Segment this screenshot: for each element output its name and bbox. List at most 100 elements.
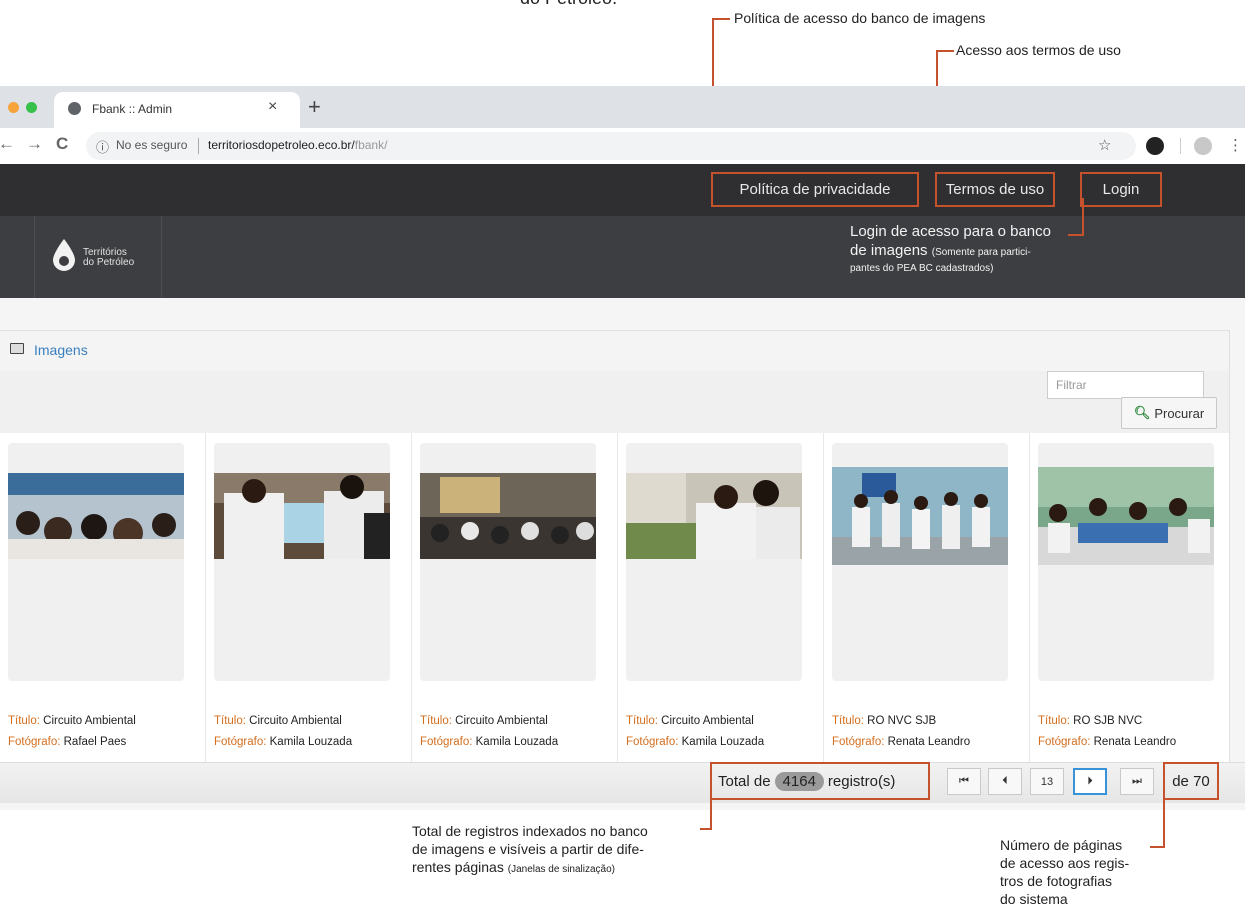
image-card[interactable]: Título: Circuito Ambiental Fotógrafo: Ka… [618, 433, 824, 765]
annotation-page-count: Número de páginas de acesso aos regis- t… [1000, 836, 1160, 908]
title-value: Circuito Ambiental [43, 715, 136, 727]
panel-header: Imagens [0, 331, 1229, 372]
title-label: Título: [626, 715, 658, 727]
pages-note-line4: do sistema [1000, 891, 1068, 907]
terms-of-use-link[interactable]: Termos de uso [935, 172, 1055, 207]
browser-tab[interactable]: Fbank :: Admin × [54, 92, 300, 128]
privacy-policy-link[interactable]: Política de privacidade [711, 172, 919, 207]
browser-toolbar: ← → C ⓘ No es seguro territoriosdopetrol… [0, 128, 1245, 165]
title-label: Título: [832, 715, 864, 727]
card-meta: Título: RO SJB NVC Fotógrafo: Renata Lea… [1038, 711, 1176, 753]
pages-note-line3: tros de fotografias [1000, 873, 1113, 889]
last-page-button[interactable]: ⏭ [1120, 768, 1154, 795]
address-bar[interactable]: ⓘ No es seguro territoriosdopetroleo.eco… [86, 132, 1136, 160]
total-note-small: (Janelas de sinalização) [507, 864, 616, 875]
title-label: Título: [1038, 715, 1070, 727]
login-note-line1: Login de acesso para o banco [850, 223, 1051, 240]
next-page-button[interactable]: ⏵ [1073, 768, 1107, 795]
forward-icon[interactable]: → [26, 134, 43, 154]
title-label: Título: [214, 715, 246, 727]
total-prefix: Total de [718, 772, 771, 790]
callout-line [1163, 800, 1165, 848]
annotation-login: Login de acesso para o banco de imagens … [850, 222, 1080, 275]
photographer-value: Rafael Paes [63, 736, 127, 748]
close-icon[interactable]: × [268, 98, 277, 116]
title-value: RO SJB NVC [1073, 715, 1143, 727]
image-icon [10, 343, 24, 354]
image-thumbnail[interactable] [8, 443, 184, 681]
url-host: territoriosdopetroleo.eco.br/ [208, 138, 355, 152]
back-icon[interactable]: ← [0, 134, 15, 154]
menu-icon[interactable]: ⋮ [1228, 136, 1243, 154]
pages-note-line2: de acesso aos regis- [1000, 855, 1130, 871]
image-card[interactable]: Título: RO SJB NVC Fotógrafo: Renata Lea… [1030, 433, 1236, 765]
total-records: Total de 4164 registro(s) [710, 762, 930, 800]
image-thumbnail[interactable] [1038, 443, 1214, 681]
photo-outdoor-reading [626, 473, 802, 559]
star-icon[interactable]: ☆ [1098, 136, 1111, 154]
filter-input[interactable]: Filtrar [1047, 371, 1204, 399]
address-separator [198, 138, 199, 154]
image-thumbnail[interactable] [832, 443, 1008, 681]
total-note-line2: de imagens e visíveis a partir de dife- [412, 841, 644, 857]
brand-logo-area[interactable]: Territórios do Petróleo [34, 216, 162, 298]
title-value: Circuito Ambiental [249, 715, 342, 727]
first-page-button[interactable]: ⏮ [947, 768, 981, 795]
image-card[interactable]: Título: Circuito Ambiental Fotógrafo: Ra… [0, 433, 206, 765]
current-page-input[interactable]: 13 [1030, 768, 1064, 795]
image-thumbnail[interactable] [214, 443, 390, 681]
photographer-label: Fotógrafo: [832, 736, 885, 748]
title-value: Circuito Ambiental [455, 715, 548, 727]
new-tab-icon[interactable]: + [308, 94, 321, 120]
prev-page-button[interactable]: ⏴ [988, 768, 1022, 795]
photo-auditorium [420, 473, 596, 559]
extension-icon[interactable] [1146, 137, 1164, 155]
card-meta: Título: RO NVC SJB Fotógrafo: Renata Lea… [832, 711, 970, 753]
search-icon: 🔍︎ [1133, 405, 1151, 420]
image-thumbnail[interactable] [626, 443, 802, 681]
image-card[interactable]: Título: RO NVC SJB Fotógrafo: Renata Lea… [824, 433, 1030, 765]
cut-off-heading: do Petróleo. [520, 0, 617, 9]
annotation-privacy-policy: Política de acesso do banco de imagens [734, 10, 986, 26]
info-icon[interactable]: ⓘ [96, 137, 109, 156]
total-suffix: registro(s) [827, 772, 896, 790]
photographer-value: Kamila Louzada [269, 736, 353, 748]
title-value: Circuito Ambiental [661, 715, 754, 727]
reload-icon[interactable]: C [56, 134, 68, 154]
photographer-label: Fotógrafo: [8, 736, 61, 748]
url-text[interactable]: territoriosdopetroleo.eco.br/fbank/ [208, 138, 387, 152]
tab-title: Fbank :: Admin [92, 102, 173, 116]
brand-line2: do Petróleo [83, 257, 135, 268]
total-note-line1: Total de registros indexados no banco [412, 823, 648, 839]
filter-row: Filtrar 🔍︎ Procurar [0, 371, 1229, 433]
title-value: RO NVC SJB [867, 715, 937, 727]
window-maximize-dot[interactable] [26, 102, 37, 113]
pages-note-line1: Número de páginas [1000, 837, 1123, 853]
card-meta: Título: Circuito Ambiental Fotógrafo: Ka… [214, 711, 352, 753]
browser-tab-bar: Fbank :: Admin × + [0, 86, 1245, 128]
images-panel: Imagens Filtrar 🔍︎ Procurar Título: Circ… [0, 330, 1230, 765]
photo-crowd-exhibit [8, 473, 184, 559]
image-card[interactable]: Título: Circuito Ambiental Fotógrafo: Ka… [412, 433, 618, 765]
card-meta: Título: Circuito Ambiental Fotógrafo: Ra… [8, 711, 136, 753]
photographer-value: Renata Leandro [887, 736, 971, 748]
brand-name: Territórios do Petróleo [83, 248, 153, 268]
image-thumbnail[interactable] [420, 443, 596, 681]
image-card[interactable]: Título: Circuito Ambiental Fotógrafo: Ka… [206, 433, 412, 765]
panel-title[interactable]: Imagens [34, 342, 88, 358]
card-meta: Título: Circuito Ambiental Fotógrafo: Ka… [626, 711, 764, 753]
search-button-label: Procurar [1154, 405, 1205, 421]
profile-avatar[interactable] [1194, 137, 1212, 155]
toolbar-separator [1180, 138, 1181, 154]
card-meta: Título: Circuito Ambiental Fotógrafo: Ka… [420, 711, 558, 753]
window-minimize-dot[interactable] [8, 102, 19, 113]
photographer-label: Fotógrafo: [1038, 736, 1091, 748]
search-button[interactable]: 🔍︎ Procurar [1121, 397, 1217, 429]
title-label: Título: [420, 715, 452, 727]
photo-group-room [832, 467, 1008, 565]
photographer-value: Renata Leandro [1093, 736, 1177, 748]
photo-students-reading [214, 473, 390, 559]
login-link[interactable]: Login [1080, 172, 1162, 207]
annotation-terms-access: Acesso aos termos de uso [956, 42, 1121, 58]
total-count: 4164 [774, 771, 824, 791]
